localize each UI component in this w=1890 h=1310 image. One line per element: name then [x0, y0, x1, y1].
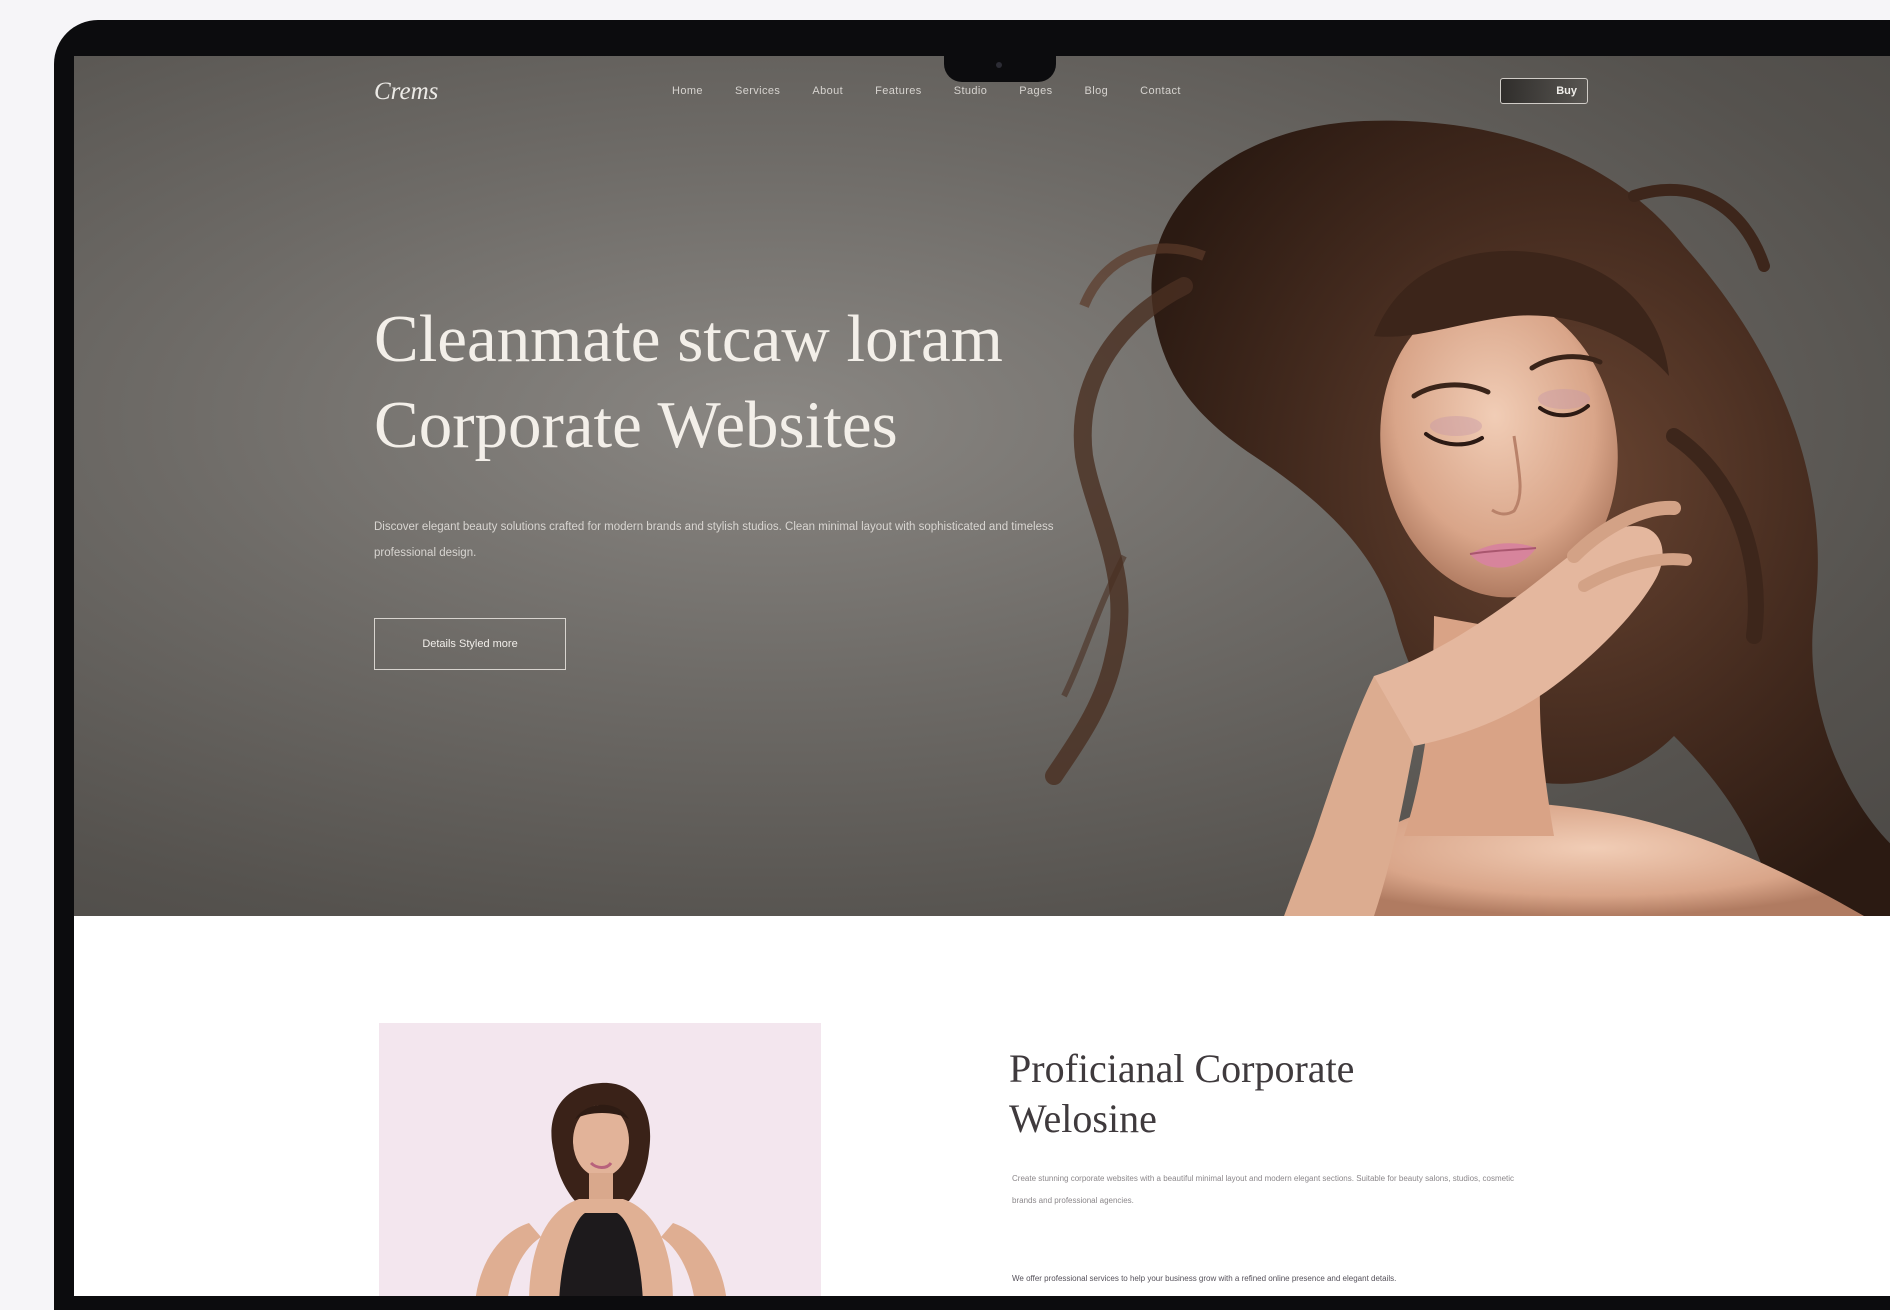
section-title-line1: Proficianal Corporate [1009, 1046, 1355, 1091]
hero-section: Crems Home Services About Features Studi… [74, 56, 1890, 916]
feature-section: Proficianal Corporate Welosine Create st… [74, 916, 1890, 1296]
website-screen: Crems Home Services About Features Studi… [74, 56, 1890, 1296]
nav-item-services[interactable]: Services [735, 85, 780, 97]
site-logo[interactable]: Crems [374, 78, 438, 106]
nav-item-contact[interactable]: Contact [1140, 85, 1181, 97]
nav-item-about[interactable]: About [812, 85, 843, 97]
section-title-line2: Welosine [1009, 1096, 1157, 1141]
feature-model-illustration [475, 1082, 727, 1296]
nav-item-blog[interactable]: Blog [1085, 85, 1109, 97]
hero-title-line1: Cleanmate stcaw loram [374, 302, 1003, 376]
feature-image [379, 1023, 821, 1296]
hero-portrait-image [1045, 120, 1890, 916]
nav-cta-button[interactable]: Buy [1500, 78, 1588, 104]
nav-item-studio[interactable]: Studio [954, 85, 988, 97]
section-description: Create stunning corporate websites with … [1012, 1174, 1515, 1205]
hero-cta-button[interactable]: Details Styled more [374, 618, 566, 670]
hero-description: Discover elegant beauty solutions crafte… [374, 521, 1054, 559]
laptop-frame: Crems Home Services About Features Studi… [54, 20, 1890, 1310]
camera-notch [944, 52, 1056, 82]
section-title: Proficianal Corporate Welosine [1009, 1044, 1354, 1144]
hero-title: Cleanmate stcaw loram Corporate Websites [374, 296, 1003, 468]
hero-title-line2: Corporate Websites [374, 388, 898, 462]
main-menu: Home Services About Features Studio Page… [672, 85, 1181, 97]
nav-item-pages[interactable]: Pages [1019, 85, 1052, 97]
camera-notch-icon [996, 62, 1002, 68]
section-more-text: We offer professional services to help y… [1012, 1274, 1397, 1283]
nav-item-home[interactable]: Home [672, 85, 703, 97]
nav-item-features[interactable]: Features [875, 85, 922, 97]
